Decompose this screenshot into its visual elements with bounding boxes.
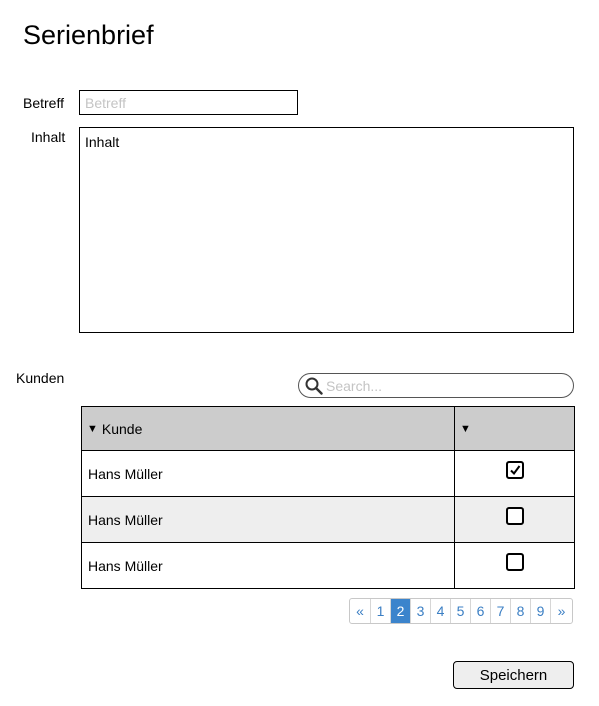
pagination: « 1 2 3 4 5 6 7 8 9 » <box>349 598 573 624</box>
page-2-button[interactable]: 2 <box>391 599 411 623</box>
search-input[interactable] <box>326 376 566 395</box>
page-5-button[interactable]: 5 <box>451 599 471 623</box>
page-6-button[interactable]: 6 <box>471 599 491 623</box>
column-header-select[interactable]: ▼ <box>454 406 575 451</box>
customer-name: Hans Müller <box>81 542 455 589</box>
row-checkbox[interactable] <box>505 553 524 571</box>
save-button[interactable]: Speichern <box>453 661 574 689</box>
subject-input[interactable] <box>79 90 298 115</box>
table-row: Hans Müller <box>81 496 575 543</box>
table-row: Hans Müller <box>81 450 575 497</box>
table-row: Hans Müller <box>81 542 575 589</box>
column-header-kunde[interactable]: ▼ Kunde <box>81 406 455 451</box>
page-8-button[interactable]: 8 <box>511 599 531 623</box>
sort-down-icon[interactable]: ▼ <box>87 423 98 435</box>
page-3-button[interactable]: 3 <box>411 599 431 623</box>
customer-name: Hans Müller <box>81 450 455 497</box>
search-icon <box>305 377 323 395</box>
row-checkbox-checked[interactable] <box>505 461 524 479</box>
column-header-label: Kunde <box>101 420 143 437</box>
page-7-button[interactable]: 7 <box>491 599 511 623</box>
check-icon <box>509 465 520 476</box>
subject-label: Betreff <box>23 95 64 111</box>
customers-table: ▼ Kunde ▼ Hans Müller Hans Müller Hans M… <box>81 406 575 589</box>
page-title: Serienbrief <box>23 20 154 50</box>
page-9-button[interactable]: 9 <box>531 599 551 623</box>
page-prev-button[interactable]: « <box>350 599 371 623</box>
row-checkbox[interactable] <box>505 507 524 525</box>
content-textarea[interactable]: Inhalt <box>79 127 574 333</box>
customer-name: Hans Müller <box>81 496 455 543</box>
content-label: Inhalt <box>31 129 66 145</box>
page-1-button[interactable]: 1 <box>371 599 391 623</box>
page-4-button[interactable]: 4 <box>431 599 451 623</box>
search-box[interactable] <box>298 373 574 398</box>
page-next-button[interactable]: » <box>551 599 572 623</box>
customers-label: Kunden <box>16 370 65 386</box>
sort-down-icon[interactable]: ▼ <box>460 423 471 435</box>
